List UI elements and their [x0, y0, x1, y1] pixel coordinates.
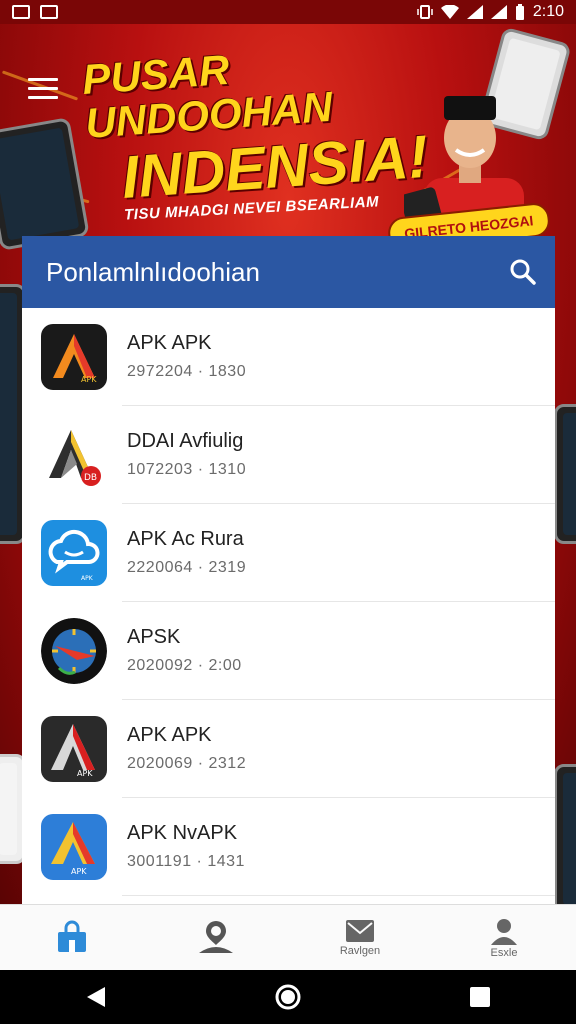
screen: 2:10 PUSAR UNDOOHAN INDENSIA! TISU MHADG… — [0, 0, 576, 1024]
app-list-item[interactable]: APK APK Ac Rura 2220064 · 2319 — [22, 504, 555, 602]
app-list-item[interactable]: APK APK APK 2972204 · 1830 — [22, 308, 555, 406]
app-name: APSK — [127, 626, 181, 648]
app-list-item[interactable]: DB DDAI Avfiulig 1072203 · 1310 — [22, 406, 555, 504]
nav-label: Ravlgen — [339, 944, 381, 957]
wifi-icon — [440, 5, 459, 19]
app-list-item[interactable]: APK APK NvAPK 3001191 · 1431 — [22, 798, 555, 896]
apk-blue-a-icon: APK — [41, 813, 107, 880]
mail-icon — [346, 919, 374, 942]
chat-cloud-icon: APK — [41, 519, 107, 586]
svg-text:APK: APK — [81, 375, 97, 384]
compass-icon — [41, 617, 107, 684]
card-header: Ponlamlnlıdoohian — [22, 236, 555, 308]
app-name: APK APK — [127, 724, 212, 746]
app-list-item[interactable]: APK APK APK 2020069 · 2312 — [22, 700, 555, 798]
app-meta: 2220064 · 2319 — [127, 559, 247, 576]
search-icon[interactable] — [509, 258, 537, 286]
nav-profile[interactable]: Esxle — [432, 905, 576, 970]
person-icon — [199, 920, 233, 953]
nav-messages[interactable]: Ravlgen — [288, 905, 432, 970]
svg-text:APK: APK — [77, 769, 93, 778]
apk-orange-a-icon: APK — [41, 323, 107, 390]
card-title: Ponlamlnlıdoohian — [46, 256, 260, 287]
app-meta: 2020069 · 2312 — [127, 755, 247, 772]
svg-text:DB: DB — [84, 473, 97, 483]
nav-store[interactable] — [0, 905, 144, 970]
menu-button[interactable] — [28, 78, 58, 100]
nav-label: Esxle — [490, 946, 518, 959]
signal-icon — [490, 5, 507, 19]
app-name: DDAI Avfiulig — [127, 430, 244, 452]
app-list-item[interactable]: APSK 2020092 · 2:00 — [22, 602, 555, 700]
apk-dark-a-icon: APK — [41, 715, 107, 782]
notification-image-icon — [40, 5, 58, 19]
profile-icon — [491, 918, 517, 945]
app-meta: 3001191 · 1431 — [127, 853, 245, 870]
status-bar: 2:10 — [0, 0, 576, 24]
app-meta: 2972204 · 1830 — [127, 363, 247, 380]
phone-illustration — [554, 404, 576, 544]
recents-button[interactable] — [460, 977, 500, 1017]
battery-icon — [515, 4, 524, 20]
back-button[interactable] — [76, 977, 116, 1017]
app-name: APK Ac Rura — [127, 528, 244, 550]
app-meta: 1072203 · 1310 — [127, 461, 247, 478]
signal-icon — [466, 5, 483, 19]
nav-person[interactable] — [144, 905, 288, 970]
recents-square-icon — [470, 987, 490, 1007]
app-list: APK APK APK 2972204 · 1830 DB DDAI Avfiu… — [22, 308, 555, 896]
back-triangle-icon — [87, 987, 105, 1007]
store-bag-icon — [58, 920, 86, 952]
system-navigation-bar — [0, 970, 576, 1024]
hero-title: PUSAR UNDOOHAN INDENSIA! — [81, 46, 430, 211]
app-name: APK APK — [127, 332, 212, 354]
app-name: APK NvAPK — [127, 822, 238, 844]
notification-image-icon — [12, 5, 30, 19]
home-button[interactable] — [268, 977, 308, 1017]
app-meta: 2020092 · 2:00 — [127, 657, 242, 674]
bottom-navigation: Ravlgen Esxle — [0, 904, 576, 970]
phone-illustration — [554, 764, 576, 914]
home-circle-icon — [275, 984, 301, 1010]
apk-grey-a-icon: DB — [41, 421, 107, 488]
vibrate-icon — [417, 5, 433, 19]
clock: 2:10 — [532, 3, 564, 20]
app-list-card: Ponlamlnlıdoohian APK APK APK 2972204 · … — [22, 236, 555, 904]
svg-text:APK: APK — [81, 575, 94, 582]
svg-text:APK: APK — [71, 867, 87, 876]
phone-illustration — [0, 117, 90, 251]
